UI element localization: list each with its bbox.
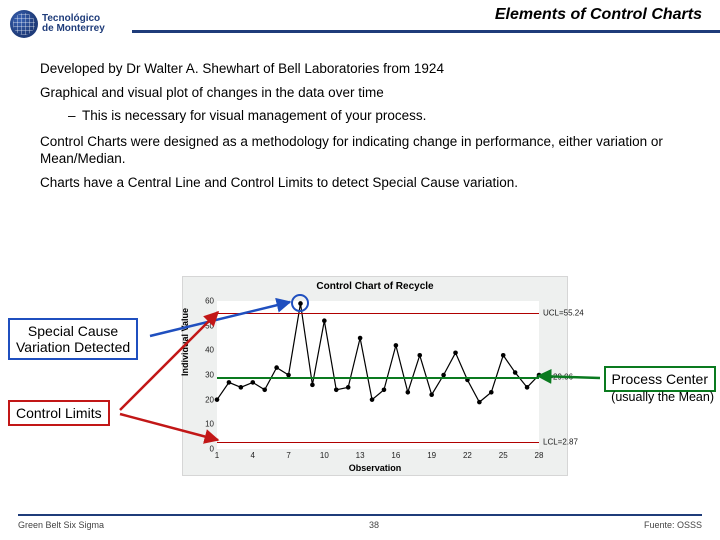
- chart-series: [217, 301, 539, 449]
- chart-point: [394, 343, 399, 348]
- chart-point: [262, 388, 267, 393]
- special-cause-marker: [291, 294, 309, 312]
- chart-xtick: 22: [463, 451, 472, 460]
- chart-point: [501, 353, 506, 358]
- chart-xtick: 25: [499, 451, 508, 460]
- chart-ref-line: [217, 442, 539, 443]
- footer-page-number: 38: [369, 520, 379, 530]
- chart-point: [429, 392, 434, 397]
- callout-control-limits: Control Limits: [8, 400, 110, 426]
- chart-ref-label: X=29.06: [543, 373, 573, 382]
- chart-ytick: 30: [187, 371, 217, 380]
- chart-xtick: 28: [535, 451, 544, 460]
- paragraph-2-sub-text: This is necessary for visual management …: [82, 108, 426, 123]
- chart-point: [525, 385, 530, 390]
- chart-xtick: 1: [215, 451, 219, 460]
- paragraph-1: Developed by Dr Walter A. Shewhart of Be…: [40, 60, 692, 78]
- chart-xtick: 16: [391, 451, 400, 460]
- callout-process-center: Process Center: [604, 366, 716, 392]
- chart-ytick: 40: [187, 346, 217, 355]
- chart-point: [370, 397, 375, 402]
- paragraph-4: Charts have a Central Line and Control L…: [40, 174, 692, 192]
- chart-point: [274, 365, 279, 370]
- paragraph-2-sub: –This is necessary for visual management…: [68, 107, 692, 125]
- chart-point: [453, 351, 458, 356]
- logo-line-2: de Monterrey: [42, 24, 105, 34]
- chart-point: [358, 336, 363, 341]
- chart-point: [310, 383, 315, 388]
- chart-ylabel: Individual Value: [180, 308, 190, 376]
- chart-point: [227, 380, 232, 385]
- chart-polyline: [217, 303, 539, 402]
- footer-divider: [18, 514, 702, 516]
- chart-ref-line: [217, 377, 539, 379]
- chart-point: [322, 318, 327, 323]
- logo: Tecnológico de Monterrey: [10, 10, 105, 38]
- chart-point: [477, 400, 482, 405]
- chart-point: [406, 390, 411, 395]
- chart-point: [346, 385, 351, 390]
- callout-process-center-text: Process Center: [612, 371, 708, 387]
- logo-globe-icon: [10, 10, 38, 38]
- chart-point: [382, 388, 387, 393]
- slide-header: Tecnológico de Monterrey Elements of Con…: [0, 0, 720, 44]
- callout-special-cause-text: Special Cause Variation Detected: [16, 323, 130, 355]
- paragraph-3: Control Charts were designed as a method…: [40, 133, 692, 168]
- logo-text: Tecnológico de Monterrey: [42, 14, 105, 34]
- body-text: Developed by Dr Walter A. Shewhart of Be…: [0, 44, 720, 191]
- header-divider: [132, 30, 720, 33]
- chart-point: [513, 370, 518, 375]
- chart-ref-label: UCL=55.24: [543, 308, 584, 317]
- footer-left: Green Belt Six Sigma: [18, 520, 104, 530]
- chart-ref-line: [217, 313, 539, 314]
- chart-ytick: 50: [187, 321, 217, 330]
- chart-xtick: 7: [286, 451, 290, 460]
- chart-ref-label: LCL=2.87: [543, 437, 578, 446]
- chart-xtick: 10: [320, 451, 329, 460]
- callout-process-center-sub: (usually the Mean): [611, 390, 714, 404]
- callout-control-limits-text: Control Limits: [16, 405, 102, 421]
- chart-xtick: 4: [251, 451, 255, 460]
- page-title: Elements of Control Charts: [495, 6, 702, 24]
- footer-right: Fuente: OSSS: [644, 520, 702, 530]
- chart-ytick: 60: [187, 297, 217, 306]
- chart-point: [334, 388, 339, 393]
- chart-xlabel: Observation: [183, 463, 567, 473]
- chart-title: Control Chart of Recycle: [183, 281, 567, 292]
- chart-ytick: 20: [187, 395, 217, 404]
- chart-point: [417, 353, 422, 358]
- chart-ytick: 0: [187, 445, 217, 454]
- paragraph-2: Graphical and visual plot of changes in …: [40, 84, 692, 102]
- chart-point: [489, 390, 494, 395]
- chart-point: [239, 385, 244, 390]
- chart-xtick: 13: [356, 451, 365, 460]
- slide-footer: Green Belt Six Sigma 38 Fuente: OSSS: [0, 514, 720, 530]
- chart-ytick: 10: [187, 420, 217, 429]
- chart-xtick: 19: [427, 451, 436, 460]
- control-chart: Control Chart of Recycle Individual Valu…: [182, 276, 568, 476]
- chart-point: [250, 380, 255, 385]
- callout-special-cause: Special Cause Variation Detected: [8, 318, 138, 360]
